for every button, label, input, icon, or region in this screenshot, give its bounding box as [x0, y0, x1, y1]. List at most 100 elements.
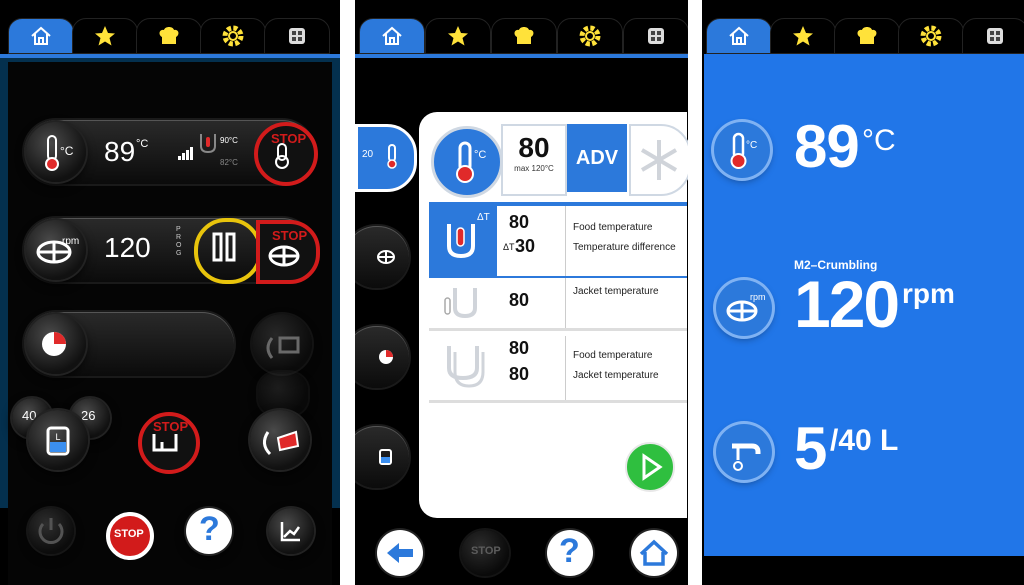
temp-value: 89 [104, 136, 136, 167]
tab-settings[interactable] [200, 18, 266, 54]
mixer-status-button[interactable]: rpm [716, 280, 772, 336]
side-water-button[interactable] [355, 426, 409, 488]
mixer-icon-unit: rpm [750, 292, 766, 302]
adv-button[interactable]: ADV [567, 124, 627, 192]
thermometer-icon [45, 135, 59, 171]
temp-status-button[interactable]: °C [714, 122, 770, 178]
food-temp-value: 80 [509, 212, 530, 232]
delta-t-icon-box: ΔT [429, 206, 497, 276]
tab-home[interactable] [359, 18, 425, 54]
help-button[interactable]: ? [186, 508, 232, 554]
temp-diff-label: Temperature difference [573, 242, 676, 253]
tab-bar [702, 18, 1024, 54]
water-button[interactable]: L [28, 410, 88, 470]
home-icon [382, 26, 402, 45]
temperature-settings-card: °C 80 max 120°C ADV ΔT 80 ΔT 30 Food tem… [419, 112, 688, 518]
pour-icon [263, 430, 300, 456]
side-mixer-button[interactable] [355, 226, 409, 288]
tab-bar [0, 18, 340, 54]
chart-icon [280, 522, 301, 542]
stop-button[interactable]: STOP [461, 530, 509, 576]
tab-settings[interactable] [557, 18, 623, 54]
snowflake-icon [640, 140, 678, 180]
tab-home[interactable] [706, 18, 772, 54]
grid-icon [289, 28, 305, 44]
home-button[interactable] [631, 530, 677, 576]
thermometer-button[interactable]: °C [26, 122, 86, 182]
home-icon [729, 26, 749, 45]
setpoint-max: max 120°C [514, 164, 554, 173]
tab-favorites[interactable] [72, 18, 138, 54]
water-status-total: /40 L [830, 424, 899, 457]
mixer-icon [377, 250, 395, 264]
gear-icon [222, 25, 244, 47]
help-icon: ? [199, 510, 220, 548]
temp-status-unit: °C [862, 124, 896, 157]
temperature-setup-panel: 20 °C 80 max 120°C ADV ΔT 80 ΔT 30 Food … [355, 0, 688, 585]
tab-recipes[interactable] [136, 18, 202, 54]
pour-button[interactable] [250, 410, 310, 470]
dispense-button[interactable] [252, 314, 312, 374]
prog-label: P R O G [176, 226, 182, 257]
mixer-status-value: 120 [794, 267, 900, 341]
stop-heating-button[interactable]: STOP [254, 122, 318, 186]
tab-favorites[interactable] [425, 18, 491, 54]
mixer-status-unit: rpm [902, 278, 955, 309]
tab-apps[interactable] [623, 18, 688, 54]
help-button[interactable]: ? [547, 530, 593, 576]
side-temp-button[interactable]: 20 [355, 124, 417, 192]
kettle-icon [152, 434, 178, 452]
tab-recipes[interactable] [491, 18, 557, 54]
stop-mixer-button[interactable]: STOP [256, 220, 320, 284]
status-panel-blue: °C 89 °C rpm M2–Crumbling 120 rpm 5 /40 … [702, 0, 1024, 585]
mixer-icon [726, 300, 758, 322]
cooling-button[interactable] [629, 124, 688, 196]
jacket-temp-label: Jacket temperature [573, 286, 659, 297]
timer-icon [379, 350, 393, 364]
kettle-temp-icon [200, 134, 216, 154]
timer-button[interactable] [26, 314, 86, 374]
mixer-button[interactable]: rpm [26, 220, 86, 280]
pause-icon [212, 232, 236, 262]
mode-row-jacket[interactable]: 80 Jacket temperature [429, 278, 687, 331]
tab-apps[interactable] [264, 18, 330, 54]
thermometer-icon [275, 143, 289, 169]
jacket-temp-value: 80 [509, 290, 530, 310]
tab-home[interactable] [8, 18, 74, 54]
global-stop-button[interactable]: STOP [106, 512, 154, 560]
grid-icon [987, 28, 1003, 44]
star-icon [793, 26, 813, 46]
home-icon [31, 26, 51, 45]
side-temp-value: 20 [362, 149, 374, 160]
chef-hat-icon [857, 27, 877, 44]
side-timer-button[interactable] [355, 326, 409, 388]
tab-apps[interactable] [962, 18, 1024, 54]
thermometer-icon [730, 132, 747, 169]
setpoint-field[interactable]: 80 max 120°C [501, 124, 567, 196]
play-icon [642, 453, 663, 481]
mode-row-food-jacket[interactable]: 80 80 Food temperature Jacket temperatur… [429, 336, 687, 403]
jacket-probe-icon [444, 288, 477, 319]
water-status-button[interactable] [716, 424, 772, 480]
target-temp-high: 90°C [220, 136, 238, 145]
tab-settings[interactable] [898, 18, 964, 54]
tab-favorites[interactable] [770, 18, 836, 54]
pause-mixer-button[interactable] [194, 218, 262, 284]
food-temp-value: 80 [509, 338, 530, 358]
chart-button[interactable] [268, 508, 314, 554]
star-icon [448, 26, 468, 46]
delta-prefix: ΔT [503, 242, 515, 252]
thermometer-toggle[interactable]: °C [431, 126, 503, 198]
star-icon [95, 26, 115, 46]
stop-drain-button[interactable]: STOP [138, 412, 200, 474]
power-button[interactable] [28, 508, 74, 554]
thermometer-icon [456, 141, 474, 183]
temp-icon-unit: °C [474, 149, 487, 161]
jacket-temp-value: 80 [509, 364, 530, 384]
mixer-icon-unit: rpm [62, 236, 80, 247]
help-icon: ? [559, 532, 580, 570]
mode-row-delta[interactable]: ΔT 80 ΔT 30 Food temperature Temperature… [429, 202, 687, 280]
start-button[interactable] [625, 442, 675, 492]
tab-recipes[interactable] [834, 18, 900, 54]
back-button[interactable] [377, 530, 423, 576]
